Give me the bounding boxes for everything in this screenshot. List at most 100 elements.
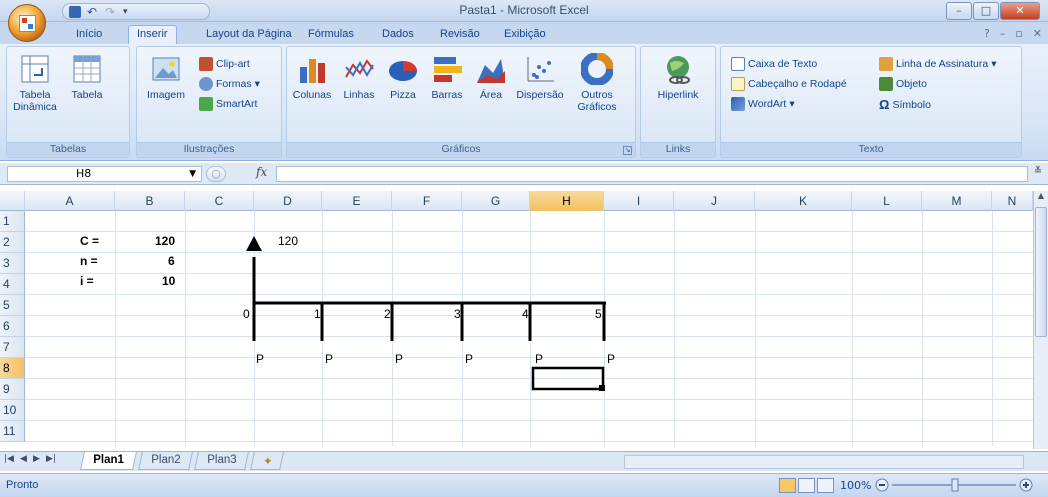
maximize-button[interactable]: □ — [973, 2, 999, 20]
pie-chart-icon — [387, 53, 419, 85]
redo-icon[interactable]: ↷ — [105, 6, 117, 18]
insert-sheet-tab[interactable]: ✦ — [250, 452, 284, 470]
smartart-icon — [199, 97, 213, 111]
table-button[interactable]: Tabela — [63, 53, 111, 101]
object-button[interactable]: Objeto — [879, 77, 927, 91]
page-layout-view-button[interactable] — [798, 478, 815, 493]
sheet-tab-label: Plan2 — [151, 454, 181, 466]
pivot-table-icon — [19, 53, 51, 85]
object-icon — [879, 77, 893, 91]
customize-qat-icon[interactable]: ▾ — [123, 6, 135, 18]
charts-dialog-launcher-icon[interactable]: ↘ — [623, 146, 632, 155]
office-logo-icon — [19, 15, 36, 32]
sheet-tab-plan3[interactable]: Plan3 — [194, 452, 250, 470]
wordart-button[interactable]: WordArt ▾ — [731, 97, 795, 111]
name-box[interactable]: H8 ▼ — [7, 166, 202, 182]
scroll-up-icon[interactable]: ▲ — [1034, 191, 1048, 205]
header-footer-button[interactable]: Cabeçalho e Rodapé — [731, 77, 847, 91]
omega-icon: Ω — [879, 97, 890, 112]
hyperlink-label: Hiperlink — [657, 89, 699, 101]
page-break-view-button[interactable] — [817, 478, 834, 493]
save-icon[interactable] — [69, 5, 81, 18]
ribbon-minimize-icon[interactable]: – — [1000, 27, 1006, 40]
symbol-button[interactable]: Ω Símbolo — [879, 97, 931, 112]
clipart-button[interactable]: Clip-art — [199, 57, 250, 71]
ribbon-restore-icon[interactable]: ▫ — [1015, 27, 1022, 40]
signature-line-icon — [879, 57, 893, 71]
expand-formula-bar-icon[interactable]: ≚ — [1031, 166, 1045, 182]
image-icon — [150, 53, 182, 85]
wordart-icon — [731, 97, 745, 111]
tab-inserir[interactable]: Inserir — [128, 25, 177, 44]
group-label-links: Links — [641, 142, 715, 157]
status-text: Pronto — [6, 479, 39, 491]
timeline-label-5: 5 — [595, 307, 602, 321]
chevron-down-icon[interactable]: ▼ — [189, 167, 196, 181]
undo-icon[interactable]: ↶ — [87, 6, 99, 18]
image-label: Imagem — [147, 89, 185, 101]
help-icon[interactable]: ? — [984, 27, 990, 40]
doughnut-chart-icon — [580, 52, 614, 86]
image-button[interactable]: Imagem — [141, 53, 191, 101]
wordart-dropdown-icon: ▾ — [789, 98, 795, 110]
insert-sheet-icon: ✦ — [263, 456, 273, 468]
pie-label: Pizza — [390, 89, 416, 101]
normal-view-button[interactable] — [779, 478, 796, 493]
timeline-label-1: 1 — [314, 307, 321, 321]
tab-dados[interactable]: Dados — [374, 26, 422, 44]
vertical-scrollbar[interactable]: ▲ — [1033, 191, 1048, 449]
ribbon-tabs: Início Inserir Layout da Página Fórmulas… — [0, 22, 1048, 44]
hyperlink-button[interactable]: Hiperlink — [647, 53, 709, 101]
columns-chart-button[interactable]: Colunas — [289, 53, 335, 101]
signature-dropdown-icon: ▾ — [991, 58, 997, 70]
scroll-thumb[interactable] — [1035, 207, 1047, 337]
signature-line-label: Linha de Assinatura — [896, 58, 989, 70]
last-sheet-icon[interactable]: ▶| — [46, 454, 56, 464]
payment-label-1: P — [325, 352, 334, 366]
tab-layout[interactable]: Layout da Página — [198, 26, 300, 44]
header-footer-icon — [731, 77, 745, 91]
symbol-label: Símbolo — [892, 98, 931, 111]
tab-exibicao[interactable]: Exibição — [496, 26, 554, 44]
lines-chart-button[interactable]: Linhas — [337, 53, 381, 101]
pivot-table-label: Tabela Dinâmica — [13, 89, 57, 113]
sheet-tab-plan1[interactable]: Plan1 — [80, 452, 137, 470]
cancel-icon[interactable]: ○ — [206, 166, 226, 182]
payment-label-0: P — [256, 352, 265, 366]
signature-line-button[interactable]: Linha de Assinatura ▾ — [879, 57, 997, 71]
smartart-button[interactable]: SmartArt — [199, 97, 257, 111]
horizontal-scrollbar[interactable] — [624, 455, 1024, 469]
tab-inicio[interactable]: Início — [68, 26, 110, 44]
ribbon-close-icon[interactable]: ✕ — [1033, 27, 1042, 40]
pivot-table-button[interactable]: Tabela Dinâmica — [11, 53, 59, 113]
first-sheet-icon[interactable]: |◀ — [4, 454, 14, 464]
other-charts-button[interactable]: Outros Gráficos — [569, 52, 625, 113]
next-sheet-icon[interactable]: ▶ — [33, 454, 40, 464]
office-button[interactable] — [8, 4, 46, 42]
tab-formulas[interactable]: Fórmulas — [300, 26, 362, 44]
zoom-slider[interactable] — [870, 477, 1040, 493]
tab-revisao[interactable]: Revisão — [432, 26, 488, 44]
bar-chart-icon — [431, 53, 463, 85]
scatter-chart-icon — [524, 53, 556, 85]
area-label: Área — [479, 89, 503, 101]
insert-function-icon[interactable]: fx — [256, 165, 267, 179]
payment-label-3: P — [465, 352, 474, 366]
table-label: Tabela — [71, 89, 103, 101]
formula-input[interactable] — [276, 166, 1028, 182]
worksheet-grid[interactable]: ABCDEFGHIJKLMN 1 2 3 4 5 6 7 8 9 10 11 C = 120 n =… — [0, 191, 1048, 451]
area-chart-button[interactable]: Área — [471, 53, 511, 101]
scatter-chart-button[interactable]: Dispersão — [513, 53, 567, 101]
zoom-level[interactable]: 100% — [840, 479, 871, 492]
close-button[interactable]: ✕ — [1000, 2, 1040, 20]
bar-chart-button[interactable]: Barras — [425, 53, 469, 101]
shapes-button[interactable]: Formas ▾ — [199, 77, 260, 91]
sheet-tab-plan2[interactable]: Plan2 — [138, 452, 194, 470]
pie-chart-button[interactable]: Pizza — [383, 53, 423, 101]
line-chart-icon — [343, 53, 375, 85]
minimize-button[interactable]: – — [946, 2, 972, 20]
prev-sheet-icon[interactable]: ◀ — [20, 454, 27, 464]
text-box-button[interactable]: Caixa de Texto — [731, 57, 817, 71]
payment-label-5: P — [607, 352, 616, 366]
table-icon — [71, 53, 103, 85]
